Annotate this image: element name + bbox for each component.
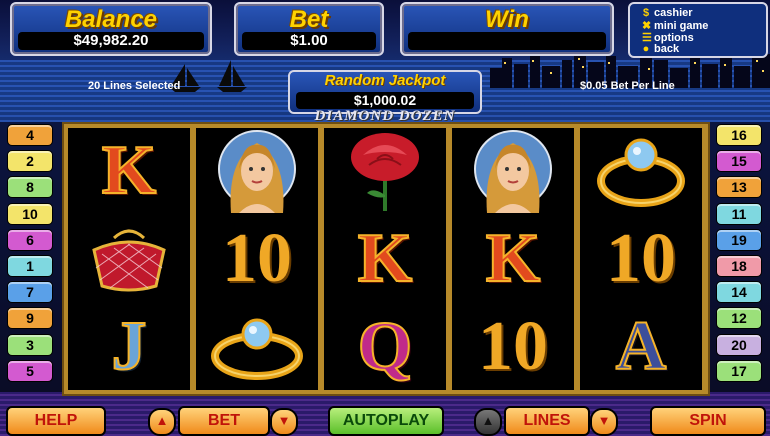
reel-symbol: 10: [580, 216, 702, 302]
reel-symbol: 10: [452, 304, 574, 390]
reel-symbol: J: [68, 304, 190, 390]
symbol-k-red: K: [101, 132, 157, 209]
bet-per-line-text: $0.05 Bet Per Line: [580, 80, 675, 92]
win-panel: Win: [400, 2, 614, 56]
payline-button[interactable]: 11: [716, 202, 762, 225]
reel-symbol: [580, 128, 702, 214]
bet-value: $1.00: [242, 32, 376, 50]
payline-button[interactable]: 14: [716, 281, 762, 304]
lines-selected-text: 20 Lines Selected: [88, 80, 181, 92]
side-menu: $ cashier ✖ mini game ☰ options ● back: [628, 2, 768, 58]
slot-game-screen: Balance $49,982.20 Bet $1.00 Win $ cashie…: [0, 0, 770, 436]
reel-frame: K J 10 K Q K 10 10 A: [62, 122, 710, 396]
jackpot-value: $1,000.02: [296, 92, 474, 109]
reel-symbol: K: [68, 128, 190, 214]
reel-3: K Q: [324, 128, 446, 390]
autoplay-button[interactable]: AUTOPLAY: [328, 406, 444, 436]
woman-portrait-icon: [218, 130, 296, 213]
bet-label: Bet: [289, 6, 329, 33]
lines-button[interactable]: LINES: [504, 406, 590, 436]
payline-button[interactable]: 15: [716, 150, 762, 173]
diamond-ring-icon: [211, 318, 303, 380]
menu-item-back[interactable]: ● back: [642, 43, 679, 55]
reel-symbol: [196, 304, 318, 390]
help-button[interactable]: HELP: [6, 406, 106, 436]
bet-button[interactable]: BET: [178, 406, 270, 436]
payline-button[interactable]: 9: [7, 307, 53, 330]
win-label: Win: [485, 6, 529, 33]
payline-button[interactable]: 3: [7, 333, 53, 356]
bet-panel: Bet $1.00: [234, 2, 384, 56]
balance-label: Balance: [64, 6, 158, 33]
reel-symbol: Q: [324, 304, 446, 390]
reel-symbol: [324, 128, 446, 214]
balance-value: $49,982.20: [18, 32, 204, 50]
payline-button[interactable]: 13: [716, 176, 762, 199]
bet-up-arrow-icon[interactable]: ▲: [148, 408, 176, 436]
purse-icon: [92, 229, 166, 292]
symbol-10: 10: [222, 220, 292, 297]
reel-symbol: A: [580, 304, 702, 390]
rose-icon: [351, 133, 419, 211]
symbol-a: A: [615, 308, 668, 385]
reel-1: K J: [68, 128, 190, 390]
symbol-j: J: [111, 308, 148, 385]
payline-button[interactable]: 17: [716, 359, 762, 382]
payline-button[interactable]: 5: [7, 359, 53, 382]
sailboat-right: [217, 60, 247, 92]
payline-button[interactable]: 6: [7, 228, 53, 251]
lines-up-arrow-icon[interactable]: ▲: [474, 408, 502, 436]
payline-button[interactable]: 1: [7, 255, 53, 277]
symbol-q: Q: [357, 308, 413, 385]
reel-2: 10: [196, 128, 318, 390]
reel-4: K 10: [452, 128, 574, 390]
payline-button[interactable]: 19: [716, 228, 762, 251]
menu-item-cashier[interactable]: $ cashier: [642, 7, 693, 19]
payline-button[interactable]: 20: [716, 333, 762, 356]
payline-button[interactable]: 12: [716, 307, 762, 330]
lines-down-arrow-icon[interactable]: ▼: [590, 408, 618, 436]
cashier-icon: $: [642, 7, 650, 19]
reel-symbol: K: [324, 216, 446, 302]
payline-button[interactable]: 8: [7, 176, 53, 199]
reel-symbol: [452, 128, 574, 214]
payline-button[interactable]: 10: [7, 202, 53, 225]
payline-button[interactable]: 7: [7, 281, 53, 304]
payline-button[interactable]: 18: [716, 255, 762, 277]
reel-symbol: 10: [196, 216, 318, 302]
reel-symbol: [196, 128, 318, 214]
diamond-ring-icon: [597, 138, 685, 207]
spin-button[interactable]: SPIN: [650, 406, 766, 436]
back-icon: ●: [642, 43, 650, 55]
bet-down-arrow-icon[interactable]: ▼: [270, 408, 298, 436]
payline-button[interactable]: 2: [7, 150, 53, 173]
woman-portrait-icon: [474, 130, 552, 213]
symbol-k-red: K: [357, 220, 413, 297]
balance-panel: Balance $49,982.20: [10, 2, 212, 56]
jackpot-label: Random Jackpot: [324, 72, 446, 89]
payline-button[interactable]: 4: [7, 124, 53, 146]
win-value: [408, 32, 606, 50]
payline-button[interactable]: 16: [716, 124, 762, 146]
symbol-k-red: K: [485, 220, 541, 297]
symbol-10: 10: [606, 220, 676, 297]
symbol-10: 10: [478, 308, 548, 385]
reel-5: 10 A: [580, 128, 702, 390]
reel-symbol: [68, 216, 190, 302]
reel-symbol: K: [452, 216, 574, 302]
